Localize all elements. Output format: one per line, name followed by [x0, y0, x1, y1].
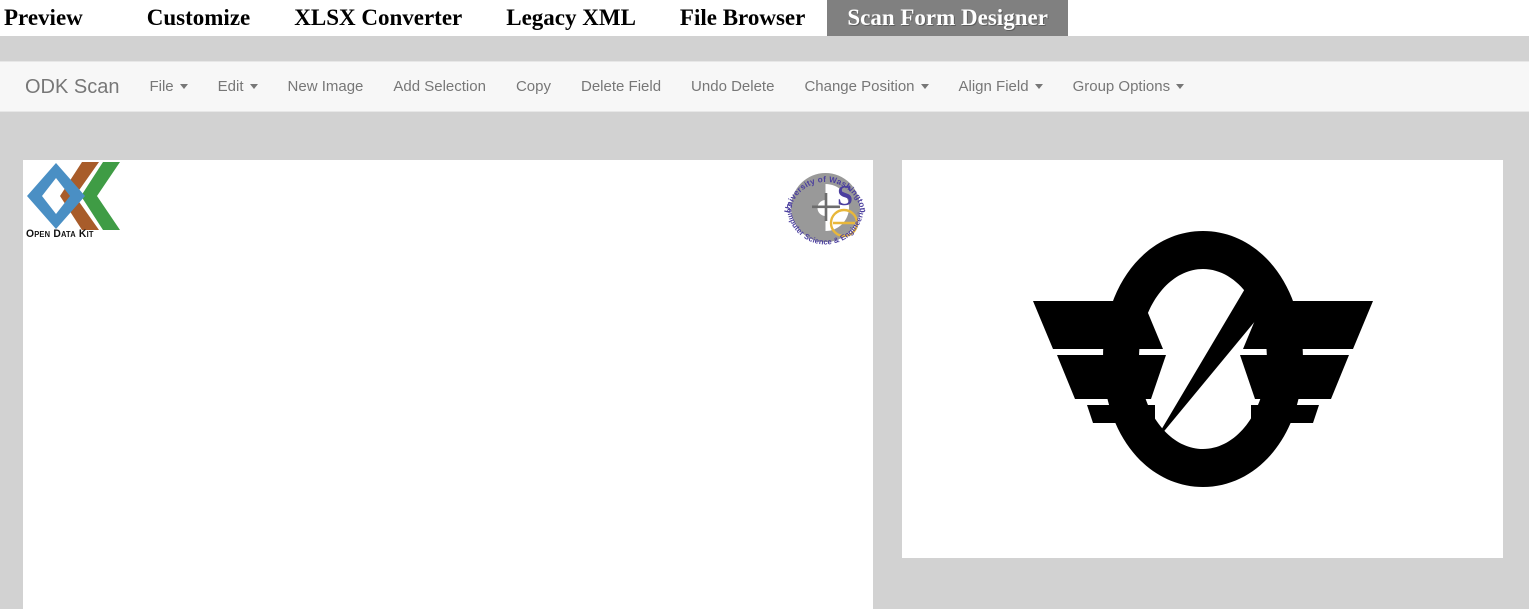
uw-cse-logo[interactable]: S University of Washington Computer Scie…: [776, 160, 873, 255]
toolbar-item-align-field-label: Align Field: [958, 77, 1029, 95]
toolbar-item-edit-label: Edit: [217, 77, 244, 95]
form-canvas[interactable]: Open Data Kit S University of Washington…: [23, 160, 873, 609]
nav-tab-customize[interactable]: Customize: [125, 0, 272, 36]
image-panel[interactable]: [902, 160, 1503, 558]
toolbar-item-change-position-label: Change Position: [804, 77, 915, 95]
toolbar-brand-odk-scan[interactable]: ODK Scan: [10, 62, 134, 112]
odk-logo-icon: [27, 162, 120, 230]
toolbar-item-add-selection[interactable]: Add Selection: [378, 62, 501, 112]
chevron-down-icon: [1034, 84, 1043, 89]
toolbar-item-copy[interactable]: Copy: [501, 62, 566, 112]
toolbar-items: ODK Scan File Edit New Image Add Selecti…: [0, 62, 1199, 111]
toolbar-item-file[interactable]: File: [134, 62, 202, 112]
nav-tab-scan-form-designer[interactable]: Scan Form Designer: [827, 0, 1068, 36]
toolbar-item-group-options[interactable]: Group Options: [1058, 62, 1200, 112]
designer-workspace: Open Data Kit S University of Washington…: [0, 112, 1529, 609]
toolbar-item-file-label: File: [149, 77, 174, 95]
toolbar-item-change-position[interactable]: Change Position: [789, 62, 943, 112]
nav-tab-xlsx-converter[interactable]: XLSX Converter: [272, 0, 484, 36]
chevron-down-icon: [1176, 84, 1185, 89]
toolbar-item-edit[interactable]: Edit: [203, 62, 273, 112]
toolbar-item-new-image[interactable]: New Image: [273, 62, 379, 112]
chevron-down-icon: [249, 84, 258, 89]
nav-tab-preview[interactable]: Preview: [0, 0, 125, 36]
chevron-down-icon: [179, 84, 188, 89]
odk-logo-text: Open Data Kit: [26, 228, 94, 240]
toolbar-item-delete-field-label: Delete Field: [581, 77, 662, 95]
nav-separator-band: [0, 36, 1529, 61]
toolbar-item-undo-delete[interactable]: Undo Delete: [676, 62, 789, 112]
chevron-down-icon: [920, 84, 929, 89]
toolbar-item-add-selection-label: Add Selection: [393, 77, 486, 95]
nav-tab-file-browser[interactable]: File Browser: [658, 0, 827, 36]
toolbar-item-copy-label: Copy: [515, 77, 551, 95]
app-toolbar: ODK Scan File Edit New Image Add Selecti…: [0, 61, 1529, 112]
winged-emblem-icon: [1032, 231, 1373, 487]
primary-navigation: Preview Customize XLSX Converter Legacy …: [0, 0, 1529, 36]
toolbar-item-undo-delete-label: Undo Delete: [691, 77, 775, 95]
nav-tab-legacy-xml[interactable]: Legacy XML: [484, 0, 658, 36]
toolbar-item-delete-field[interactable]: Delete Field: [566, 62, 676, 112]
uw-cse-logo-icon: S University of Washington Computer Scie…: [776, 160, 868, 247]
odk-logo[interactable]: Open Data Kit: [25, 160, 121, 252]
toolbar-item-group-options-label: Group Options: [1072, 77, 1171, 95]
toolbar-item-new-image-label: New Image: [287, 77, 364, 95]
toolbar-item-align-field[interactable]: Align Field: [944, 62, 1058, 112]
